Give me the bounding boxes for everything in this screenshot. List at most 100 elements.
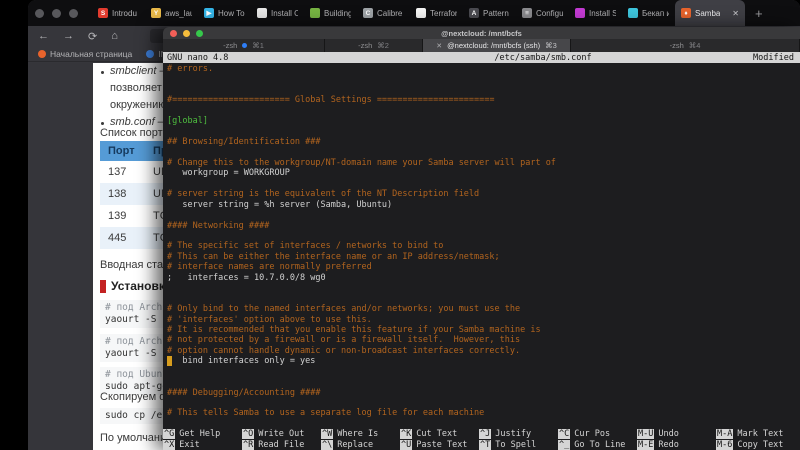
tab-favicon: A bbox=[469, 8, 479, 18]
browser-tab-pattern[interactable]: A Pattern bbox=[463, 0, 516, 26]
browser-tab-aws-lau[interactable]: Yaws_lau bbox=[145, 0, 198, 26]
terminal-tab-4[interactable]: -zsh ⌘4 bbox=[571, 39, 800, 52]
new-tab-button[interactable]: + bbox=[745, 6, 773, 21]
shortcut-label: Cut Text bbox=[416, 428, 458, 439]
list-item: окружению bbox=[110, 99, 167, 111]
editor-line: # This can be either the interface name … bbox=[167, 251, 500, 262]
shortcut-key: M-6 bbox=[716, 439, 734, 450]
shortcut-key: M-E bbox=[637, 439, 655, 450]
editor-line: # The specific set of interfaces / netwo… bbox=[167, 241, 444, 252]
shortcut-label: Copy Text bbox=[737, 439, 784, 450]
shortcut-label: Go To Line bbox=[574, 439, 626, 450]
tab-title: aws_lau bbox=[165, 8, 192, 18]
tab-favicon bbox=[416, 8, 426, 18]
terminal-title-bar[interactable]: @nextcloud: /mnt/bcfs bbox=[163, 27, 800, 39]
tab-close-icon[interactable]: ✕ bbox=[732, 9, 739, 18]
nano-shortcut-copy-text: M-6 Copy Text bbox=[716, 439, 795, 450]
tab-favicon: S bbox=[98, 8, 108, 18]
terminal-tab-1[interactable]: -zsh ⌘1 bbox=[163, 39, 325, 52]
shortcut-key: M-U bbox=[637, 428, 655, 439]
editor-line: # 'interfaces' option above to use this. bbox=[167, 314, 372, 325]
home-button[interactable]: ⌂ bbox=[111, 30, 118, 42]
shortcut-key: ^_ bbox=[558, 439, 571, 450]
shortcut-label: Cur Pos bbox=[574, 428, 611, 439]
shortcut-label: Read File bbox=[258, 439, 305, 450]
browser-tab-samba[interactable]: ♦ Samba ✕ bbox=[675, 0, 745, 26]
shortcut-key: M-A bbox=[716, 428, 734, 439]
nano-shortcut-undo: M-U Undo bbox=[637, 428, 716, 439]
tab-favicon bbox=[257, 8, 267, 18]
browser-tab-install-s[interactable]: Install S bbox=[569, 0, 622, 26]
shortcut-label: Undo bbox=[658, 428, 679, 439]
editor-line: # errors. bbox=[167, 64, 214, 74]
tab-favicon bbox=[310, 8, 320, 18]
nano-filename: /etc/samba/smb.conf bbox=[494, 52, 592, 63]
tab-title: Install O bbox=[271, 8, 298, 18]
terminal-window-title: @nextcloud: /mnt/bcfs bbox=[441, 28, 522, 38]
nano-shortcut-exit: ^X Exit bbox=[163, 439, 242, 450]
shortcut-label: Write Out bbox=[258, 428, 305, 439]
shortcut-label: Justify bbox=[495, 428, 532, 439]
tab-title: Terrafor bbox=[430, 8, 457, 18]
bookmark-item[interactable]: Начальная страница bbox=[38, 49, 132, 59]
browser-tab-configu[interactable]: ≡ Configu bbox=[516, 0, 569, 26]
zoom-window-icon[interactable] bbox=[69, 8, 78, 18]
browser-tabs: S Introdu Yaws_lau ▶ How To Install O Building… bbox=[92, 0, 745, 26]
browser-tab-бекап-и[interactable]: Бекап и bbox=[622, 0, 675, 26]
shortcut-label: Exit bbox=[179, 439, 200, 450]
minimize-window-icon[interactable] bbox=[183, 29, 190, 37]
tab-title: Building bbox=[324, 8, 351, 18]
terminal-window-controls[interactable] bbox=[163, 29, 203, 37]
bullet-icon bbox=[101, 71, 104, 74]
editor-line: [global] bbox=[167, 116, 208, 127]
back-button[interactable]: ← bbox=[38, 30, 49, 42]
browser-tab-introdu[interactable]: S Introdu bbox=[92, 0, 145, 26]
nano-shortcut-cur-pos: ^C Cur Pos bbox=[558, 428, 637, 439]
shortcut-key: ^J bbox=[479, 428, 492, 439]
browser-tab-building[interactable]: Building bbox=[304, 0, 357, 26]
table-cell: 445 bbox=[100, 227, 145, 249]
editor-line: #### Debugging/Accounting #### bbox=[167, 387, 321, 398]
editor-line: #### Networking #### bbox=[167, 220, 270, 231]
browser-tab-install-o[interactable]: Install O bbox=[251, 0, 304, 26]
close-window-icon[interactable] bbox=[35, 8, 44, 18]
shortcut-key: ^U bbox=[400, 439, 413, 450]
browser-tab-calibre[interactable]: C Calibre bbox=[357, 0, 410, 26]
tab-favicon bbox=[628, 8, 638, 18]
tab-shortcut-key: ⌘1 bbox=[252, 41, 264, 50]
browser-tab-terrafor[interactable]: Terrafor bbox=[410, 0, 463, 26]
forward-button[interactable]: → bbox=[63, 30, 74, 42]
tab-title: How To bbox=[218, 8, 245, 18]
nano-editor-area[interactable]: # errors. #======================= Globa… bbox=[163, 63, 800, 428]
browser-tab-bar: S Introdu Yaws_lau ▶ How To Install O Building… bbox=[28, 0, 800, 26]
install-heading: Установка bbox=[100, 279, 172, 293]
bullet-icon bbox=[101, 122, 104, 125]
terminal-tab-label: -zsh bbox=[669, 41, 684, 50]
shortcut-label: Replace bbox=[337, 439, 374, 450]
minimize-window-icon[interactable] bbox=[52, 8, 61, 18]
tab-favicon: ♦ bbox=[681, 8, 691, 18]
shortcut-key: ^G bbox=[163, 428, 176, 439]
tab-close-icon[interactable]: ✕ bbox=[436, 42, 442, 50]
tab-shortcut-key: ⌘2 bbox=[377, 41, 389, 50]
tab-shortcut-key: ⌘3 bbox=[545, 41, 557, 50]
zoom-window-icon[interactable] bbox=[196, 29, 203, 37]
editor-line: workgroup = WORKGROUP bbox=[167, 168, 290, 179]
close-window-icon[interactable] bbox=[170, 29, 177, 37]
tab-favicon bbox=[575, 8, 585, 18]
reload-button[interactable]: ⟳ bbox=[88, 30, 97, 43]
terminal-tab-label: -zsh bbox=[358, 41, 373, 50]
browser-window-controls[interactable] bbox=[28, 8, 92, 18]
browser-tab-how-to[interactable]: ▶ How To bbox=[198, 0, 251, 26]
shortcut-label: Mark Text bbox=[737, 428, 784, 439]
shortcut-key: ^K bbox=[400, 428, 413, 439]
shortcut-key: ^\ bbox=[321, 439, 334, 450]
terminal-tab-2[interactable]: -zsh ⌘2 bbox=[325, 39, 423, 52]
nano-shortcut-go-to-line: ^_ Go To Line bbox=[558, 439, 637, 450]
terminal-tab-3[interactable]: ✕ @nextcloud: /mnt/bcfs (ssh) ⌘3 bbox=[423, 39, 571, 52]
shortcut-label: To Spell bbox=[495, 439, 537, 450]
